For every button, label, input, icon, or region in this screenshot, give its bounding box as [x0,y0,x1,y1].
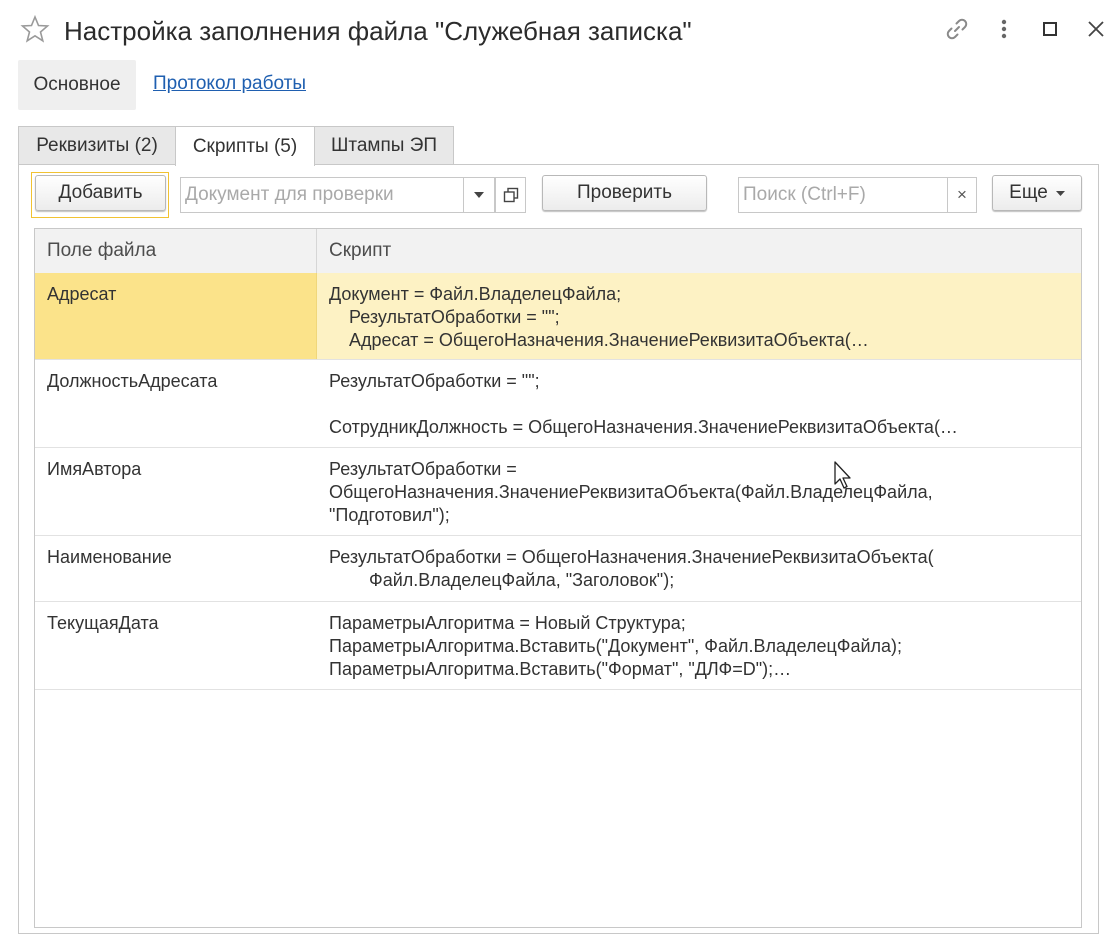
nav-main[interactable]: Основное [18,60,136,110]
nav-log-link[interactable]: Протокол работы [153,73,306,95]
tab-stamps[interactable]: Штампы ЭП [314,126,454,164]
search-input[interactable]: Поиск (Ctrl+F) [738,177,948,213]
column-header-script[interactable]: Скрипт [317,229,1081,273]
table-row[interactable]: ТекущаяДата ПараметрыАлгоритма = Новый С… [35,602,1081,690]
more-vertical-icon[interactable] [987,12,1021,46]
cell-script: ПараметрыАлгоритма = Новый Структура; Па… [329,613,903,679]
close-icon[interactable] [1079,12,1113,46]
clear-search-icon[interactable]: × [948,177,977,213]
more-button[interactable]: Еще [992,175,1082,211]
cell-script: Документ = Файл.ВладелецФайла; Результат… [317,273,1081,359]
open-form-icon[interactable] [495,177,526,213]
cell-field: ДолжностьАдресата [47,371,218,391]
mouse-cursor-icon [834,461,854,491]
scripts-table: Поле файла Скрипт Адресат Документ = Фай… [34,228,1082,928]
document-input[interactable]: Документ для проверки [180,177,464,213]
cell-field: Наименование [47,547,172,567]
cell-script: РезультатОбработки = ОбщегоНазначения.Зн… [329,459,933,525]
window-title: Настройка заполнения файла "Служебная за… [64,16,692,46]
cell-field: ТекущаяДата [47,613,159,633]
cell-script: РезультатОбработки = ""; СотрудникДолжно… [329,371,958,437]
table-row[interactable]: Адресат Документ = Файл.ВладелецФайла; Р… [35,273,1081,360]
more-button-label: Еще [1009,182,1048,203]
table-row[interactable]: Наименование РезультатОбработки = Общего… [35,536,1081,602]
table-row[interactable]: ИмяАвтора РезультатОбработки = ОбщегоНаз… [35,448,1081,536]
table-row[interactable]: ДолжностьАдресата РезультатОбработки = "… [35,360,1081,448]
maximize-icon[interactable] [1033,12,1067,46]
chevron-down-icon[interactable] [464,177,495,213]
cell-field: Адресат [35,273,317,359]
check-button[interactable]: Проверить [542,175,707,211]
chevron-down-icon [1055,190,1065,196]
star-icon[interactable] [20,14,50,44]
column-header-field[interactable]: Поле файла [35,229,317,273]
cell-field: ИмяАвтора [47,459,142,479]
tab-scripts[interactable]: Скрипты (5) [175,126,315,166]
link-icon[interactable] [940,12,974,46]
table-header: Поле файла Скрипт [35,229,1081,274]
add-button[interactable]: Добавить [35,175,166,211]
cell-script: РезультатОбработки = ОбщегоНазначения.Зн… [329,547,934,590]
tab-requisites[interactable]: Реквизиты (2) [18,126,176,164]
